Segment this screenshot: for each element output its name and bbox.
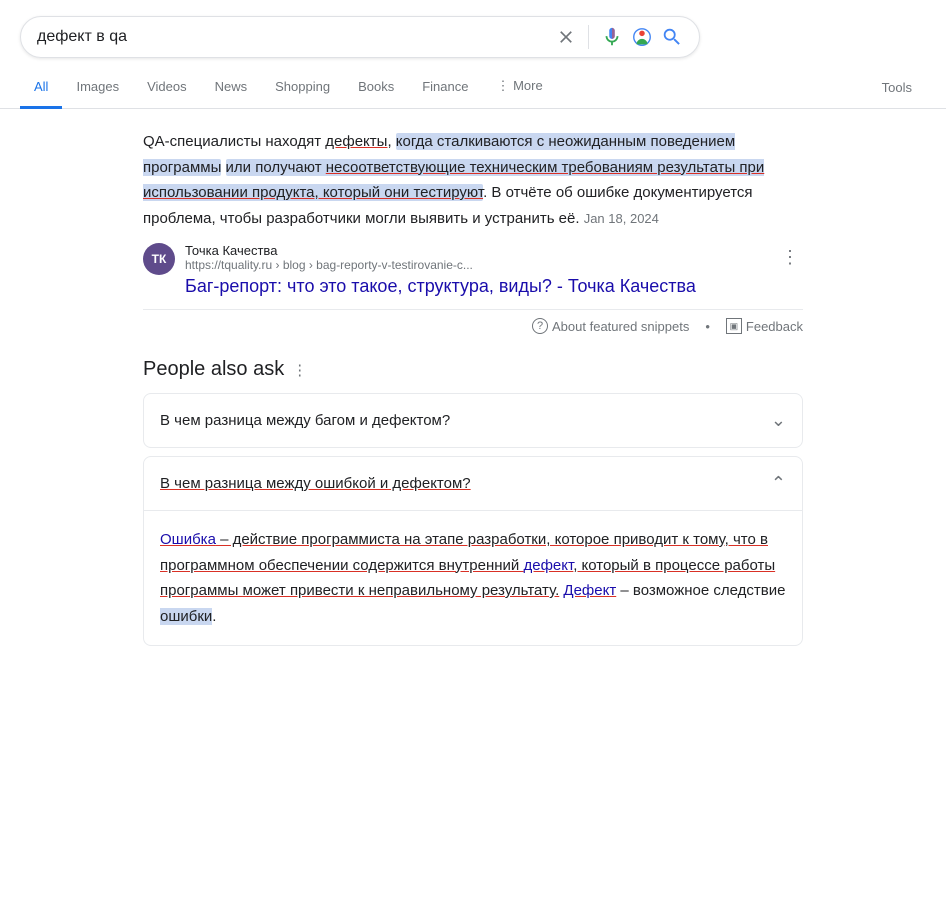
tab-books[interactable]: Books [344,67,408,109]
search-by-image-button[interactable] [631,26,653,48]
tab-shopping[interactable]: Shopping [261,67,344,109]
paa-header: People also ask ⋮ [143,358,803,381]
source-title-link[interactable]: Баг-репорт: что это такое, структура, ви… [185,276,767,297]
snippet-underline-1: несоответствующие техническим требования… [143,159,764,202]
paa-chevron-up-2: ⌃ [771,473,786,494]
feedback-link[interactable]: ▣ Feedback [726,318,803,334]
search-nav: All Images Videos News Shopping Books Fi… [0,66,946,109]
answer-word-defekt2[interactable]: Дефект [563,582,616,599]
tab-news[interactable]: News [201,67,262,109]
source-url: https://tquality.ru › blog › bag-reporty… [185,258,767,272]
answer-word-defekt[interactable]: дефект [523,557,573,574]
tab-all[interactable]: All [20,67,62,109]
search-input[interactable] [37,28,548,46]
search-submit-button[interactable] [661,26,683,48]
answer-word-oshibka[interactable]: Ошибка [160,531,216,548]
feedback-icon: ▣ [726,318,742,334]
paa-chevron-down-1: ⌄ [771,410,786,431]
paa-question-text-2: В чем разница между ошибкой и дефектом? [160,475,471,492]
people-also-ask-section: People also ask ⋮ В чем разница между ба… [143,358,803,646]
divider [588,25,589,49]
main-content: QA-специалисты находят дефекты, когда ст… [123,109,823,674]
paa-item-2: В чем разница между ошибкой и дефектом? … [143,456,803,646]
search-bar [20,16,700,58]
snippet-source: ТК Точка Качества https://tquality.ru › … [143,243,803,297]
snippet-text: QA-специалисты находят дефекты, когда ст… [143,129,803,231]
paa-item-1: В чем разница между багом и дефектом? ⌄ [143,393,803,448]
source-info: Точка Качества https://tquality.ru › blo… [185,243,767,297]
source-name: Точка Качества [185,243,767,258]
snippet-date: Jan 18, 2024 [584,211,659,226]
source-menu-button[interactable]: ⋮ [777,243,803,272]
snippet-footer: ? About featured snippets • ▣ Feedback [143,309,803,334]
search-bar-container [0,0,946,58]
snippet-highlight-2: или получают несоответствующие техническ… [143,159,764,202]
paa-answer-2: Ошибка – действие программиста на этапе … [144,511,802,645]
paa-question-1[interactable]: В чем разница между багом и дефектом? ⌄ [144,394,802,447]
tab-finance[interactable]: Finance [408,67,482,109]
paa-menu-button[interactable]: ⋮ [292,361,307,379]
tools-button[interactable]: Tools [868,68,926,107]
featured-snippet: QA-специалисты находят дефекты, когда ст… [143,129,803,334]
question-icon: ? [532,318,548,334]
defects-word: дефекты [325,133,387,150]
answer-highlight-oshibki: ошибки [160,608,212,625]
clear-search-button[interactable] [556,27,576,47]
paa-question-2[interactable]: В чем разница между ошибкой и дефектом? … [144,457,802,511]
about-snippets-link[interactable]: ? About featured snippets [532,318,689,334]
footer-separator: • [705,319,710,334]
paa-title: People also ask [143,358,284,381]
tab-videos[interactable]: Videos [133,67,201,109]
tab-images[interactable]: Images [62,67,133,109]
voice-search-button[interactable] [601,26,623,48]
source-favicon: ТК [143,243,175,275]
tab-more[interactable]: ⋮ More [482,66,556,109]
